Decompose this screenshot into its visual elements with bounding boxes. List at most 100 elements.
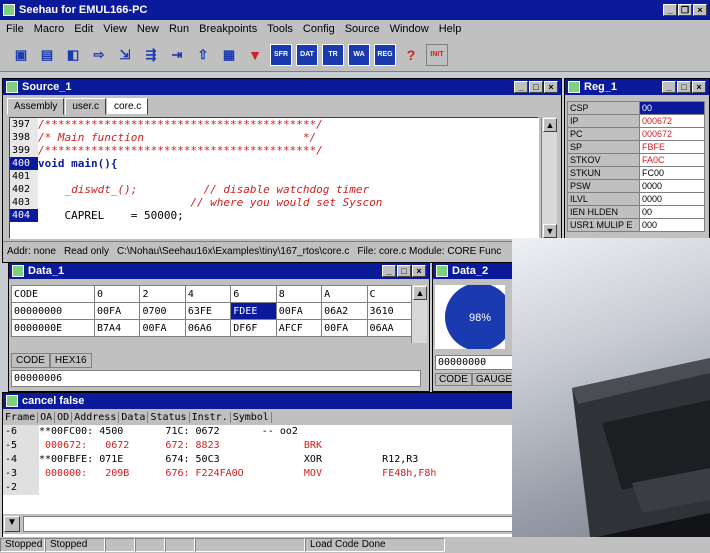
- status-path: C:\Nohau\Seehau16x\Examples\tiny\167_rto…: [116, 246, 350, 257]
- trace-window-icon[interactable]: TR: [322, 43, 344, 66]
- menu-help[interactable]: Help: [439, 23, 462, 35]
- watch-window-icon[interactable]: WA: [348, 43, 370, 66]
- gauge-address-input[interactable]: 00000000: [435, 355, 515, 370]
- data2-tabs: CODE GAUGE: [435, 373, 517, 386]
- scroll-down-icon[interactable]: ▼: [543, 224, 557, 238]
- maximize-button[interactable]: □: [529, 81, 543, 93]
- minimize-button[interactable]: _: [663, 4, 677, 16]
- close-button[interactable]: ×: [692, 81, 706, 93]
- maximize-button[interactable]: □: [397, 265, 411, 277]
- command-input[interactable]: [23, 516, 521, 532]
- menu-config[interactable]: Config: [303, 23, 335, 35]
- menu-tools[interactable]: Tools: [267, 23, 293, 35]
- close-button[interactable]: ×: [693, 4, 707, 16]
- source-status-bar: Addr: none Read only C:\Nohau\Seehau16x\…: [3, 241, 561, 261]
- code-editor[interactable]: 397/************************************…: [9, 117, 539, 239]
- scroll-up-icon[interactable]: ▲: [413, 286, 427, 300]
- trace-row[interactable]: -5 000672: 0672 672: 8823 BRK: [3, 439, 521, 453]
- tab-code[interactable]: CODE: [11, 353, 50, 368]
- trace-row[interactable]: -4 **00FBFE: 071E 674: 50C3 XOR R12,R3: [3, 453, 521, 467]
- break-icon[interactable]: ▦: [218, 44, 240, 66]
- sfr-window-icon[interactable]: SFR: [270, 43, 292, 66]
- data2-window: Data_2 98% 00000000 CODE GAUGE: [432, 262, 522, 392]
- tab-gauge[interactable]: GAUGE: [471, 373, 517, 386]
- dropdown-icon[interactable]: ▼: [4, 516, 20, 532]
- tab-core-c[interactable]: core.c: [107, 98, 149, 115]
- step-over-icon[interactable]: ⇶: [140, 44, 162, 66]
- register-row[interactable]: CSP 00: [567, 101, 705, 115]
- data1-title-bar: Data_1 _ □ ×: [9, 263, 429, 279]
- col-frame[interactable]: Frame: [3, 411, 39, 423]
- menu-bar: File Macro Edit View New Run Breakpoints…: [0, 20, 710, 38]
- laptop-photo: [512, 238, 710, 553]
- status-file: File: core.c Module: CORE Func: [357, 246, 502, 257]
- col-data[interactable]: Data: [119, 411, 149, 423]
- source-tabs: Assembly user.c core.c: [3, 95, 561, 115]
- step-into-icon[interactable]: ⇲: [114, 44, 136, 66]
- memory-row[interactable]: 00000000 00FA 0700 63FE FDEE 00FA 06A2 3610: [10, 302, 414, 320]
- help-icon[interactable]: ?: [400, 44, 422, 66]
- restore-button[interactable]: ❐: [678, 4, 692, 16]
- tab-hex16[interactable]: HEX16: [49, 353, 92, 368]
- source-scrollbar[interactable]: ▲ ▼: [541, 117, 557, 239]
- trace-title-bar: cancel false: [3, 393, 521, 409]
- col-address[interactable]: Address: [72, 411, 120, 423]
- minimize-button[interactable]: _: [662, 81, 676, 93]
- close-button[interactable]: ×: [412, 265, 426, 277]
- reg-window-icon[interactable]: REG: [374, 43, 396, 66]
- register-row[interactable]: USR1 MULIP E 000: [567, 218, 705, 232]
- dat-window-icon[interactable]: DAT: [296, 43, 318, 66]
- trace-row[interactable]: -3 000000: 209B 676: F224FA0O MOV FE48h,…: [3, 467, 521, 481]
- menu-source[interactable]: Source: [345, 23, 380, 35]
- close-button[interactable]: ×: [544, 81, 558, 93]
- col-od[interactable]: OD: [55, 411, 73, 423]
- stop-icon[interactable]: ▼: [244, 44, 266, 66]
- menu-macro[interactable]: Macro: [34, 23, 65, 35]
- init-icon[interactable]: INIT: [426, 43, 448, 66]
- menu-breakpoints[interactable]: Breakpoints: [199, 23, 257, 35]
- minimize-button[interactable]: _: [382, 265, 396, 277]
- scroll-up-icon[interactable]: ▲: [543, 118, 557, 132]
- data1-title: Data_1: [28, 265, 65, 277]
- register-row[interactable]: STKUN FC00: [567, 166, 705, 180]
- register-row[interactable]: PC 000672: [567, 127, 705, 141]
- menu-run[interactable]: Run: [169, 23, 189, 35]
- col-oa[interactable]: OA: [38, 411, 56, 423]
- register-row[interactable]: PSW 0000: [567, 179, 705, 193]
- col-instr[interactable]: Instr.: [190, 411, 231, 423]
- save-icon[interactable]: ▤: [36, 44, 58, 66]
- tab-user-c[interactable]: user.c: [65, 98, 107, 115]
- menu-file[interactable]: File: [6, 23, 24, 35]
- data1-footer: CODE HEX16 00000006: [11, 353, 427, 387]
- code-line: 398/* Main function */: [10, 131, 317, 144]
- register-row[interactable]: IEN HLDEN 00: [567, 205, 705, 219]
- status-addr: Addr: none: [7, 246, 56, 257]
- register-table: CSP 00 IP 000672 PC 000672 SP FBFE STKOV FA0C…: [567, 101, 705, 232]
- register-row[interactable]: SP FBFE: [567, 140, 705, 154]
- code-line: 401: [10, 170, 538, 183]
- trace-row[interactable]: -2: [3, 481, 521, 495]
- tab-assembly[interactable]: Assembly: [7, 98, 65, 115]
- minimize-button[interactable]: _: [514, 81, 528, 93]
- menu-view[interactable]: View: [103, 23, 127, 35]
- register-row[interactable]: IP 000672: [567, 114, 705, 128]
- memory-row[interactable]: 0000000E B7A4 00FA 06A6 DF6F AFCF 00FA 06AA: [10, 319, 414, 337]
- col-symbol[interactable]: Symbol: [231, 411, 272, 423]
- maximize-button[interactable]: □: [677, 81, 691, 93]
- run-to-icon[interactable]: ⇥: [166, 44, 188, 66]
- find-icon[interactable]: ◧: [62, 44, 84, 66]
- menu-new[interactable]: New: [137, 23, 159, 35]
- menu-window[interactable]: Window: [390, 23, 429, 35]
- col-status[interactable]: Status: [148, 411, 190, 423]
- tab-code[interactable]: CODE: [435, 373, 472, 386]
- register-row[interactable]: ILVL 0000: [567, 192, 705, 206]
- register-row[interactable]: STKOV FA0C: [567, 153, 705, 167]
- laptop-graphic: [572, 358, 710, 553]
- reset-icon[interactable]: ⇧: [192, 44, 214, 66]
- address-input[interactable]: 00000006: [11, 370, 421, 387]
- open-icon[interactable]: ▣: [10, 44, 32, 66]
- go-icon[interactable]: ⇨: [88, 44, 110, 66]
- trace-row[interactable]: -6 **00FC00: 4500 71C: 0672 -- oo2: [3, 425, 521, 439]
- menu-edit[interactable]: Edit: [74, 23, 93, 35]
- data1-scrollbar[interactable]: ▲: [411, 285, 427, 343]
